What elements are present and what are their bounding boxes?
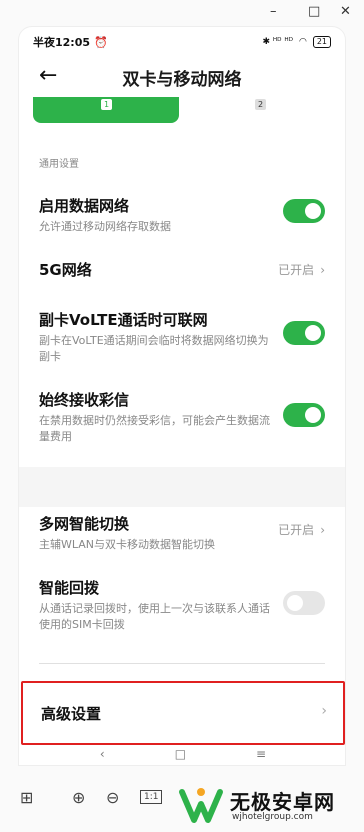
page-title: 双卡与移动网络: [122, 69, 242, 90]
toggle-enable-data[interactable]: [283, 199, 325, 223]
toggle-mms[interactable]: [283, 403, 325, 427]
zoom-in-icon[interactable]: ⊕: [72, 788, 85, 807]
nav-back-icon[interactable]: ‹: [100, 747, 105, 765]
watermark-logo: 无极安卓网 wjhotelgroup.com: [178, 782, 358, 828]
setting-subtitle: 在禁用数据时仍然接受彩信，可能会产生数据流量费用: [39, 414, 270, 443]
section-gap: [19, 467, 345, 507]
maximize-button[interactable]: □: [308, 4, 320, 20]
setting-smart-switch-value[interactable]: 已开启 ›: [278, 521, 325, 538]
watermark-name: 无极安卓网: [230, 790, 335, 814]
status-time: 半夜12:05: [33, 36, 91, 49]
minimize-button[interactable]: –: [270, 4, 277, 20]
section-label: 通用设置: [39, 159, 79, 170]
sim-tabs: 1 2: [19, 97, 345, 145]
setting-subtitle: 主辅WLAN与双卡移动数据智能切换: [39, 538, 216, 551]
window-titlebar: – □ ✕: [0, 0, 364, 26]
setting-title: 始终接收彩信: [39, 391, 130, 409]
advanced-settings-label: 高级设置: [41, 705, 102, 723]
close-button[interactable]: ✕: [340, 4, 351, 20]
sim-2-label: 2: [255, 99, 267, 110]
actual-size-button[interactable]: 1:1: [140, 790, 163, 804]
zoom-out-icon[interactable]: ⊖: [106, 788, 119, 807]
watermark-url: wjhotelgroup.com: [232, 812, 313, 822]
battery-icon: 21: [312, 36, 331, 48]
setting-5g-value[interactable]: 已开启 ›: [278, 261, 325, 278]
status-signal-text: ✱ ᴴᴰ ᴴᴰ: [262, 37, 293, 47]
setting-subtitle: 副卡在VoLTE通话期间会临时将数据网络切换为副卡: [39, 334, 269, 363]
alarm-icon: ⏰: [94, 35, 108, 49]
tab-sim-1[interactable]: 1: [33, 97, 179, 123]
toggle-volte[interactable]: [283, 321, 325, 345]
nav-bar: ‹ □ ≡: [19, 747, 345, 765]
page-header: ← 双卡与移动网络: [19, 57, 345, 97]
setting-subtitle: 从通话记录回拨时，使用上一次与该联系人通话使用的SIM卡回拨: [39, 602, 270, 631]
divider: [39, 663, 325, 664]
setting-subtitle: 允许通过移动网络存取数据: [39, 220, 171, 233]
setting-title: 智能回拨: [39, 579, 100, 597]
chevron-right-icon: ›: [320, 263, 325, 277]
nav-home-icon[interactable]: □: [175, 747, 186, 765]
logo-icon: [179, 788, 223, 823]
advanced-settings-item[interactable]: 高级设置 ›: [21, 681, 345, 745]
sim-1-label: 1: [101, 99, 113, 110]
chevron-right-icon: ›: [321, 703, 327, 719]
status-icons: ✱ ᴴᴰ ᴴᴰ ◠ 21: [262, 36, 331, 48]
phone-screen: 半夜12:05 ⏰ ✱ ᴴᴰ ᴴᴰ ◠ 21 ← 双卡与移动网络 1 2 通用设…: [18, 26, 346, 766]
wifi-icon: ◠: [298, 37, 307, 47]
value-text: 已开启: [278, 263, 315, 277]
chevron-right-icon: ›: [320, 523, 325, 537]
value-text: 已开启: [278, 523, 315, 537]
grid-icon[interactable]: ⊞: [20, 788, 33, 807]
toggle-smart-callback[interactable]: [283, 591, 325, 615]
back-arrow-icon[interactable]: ←: [39, 63, 57, 89]
nav-menu-icon[interactable]: ≡: [256, 747, 266, 765]
status-bar: 半夜12:05 ⏰ ✱ ᴴᴰ ᴴᴰ ◠ 21: [19, 27, 345, 57]
